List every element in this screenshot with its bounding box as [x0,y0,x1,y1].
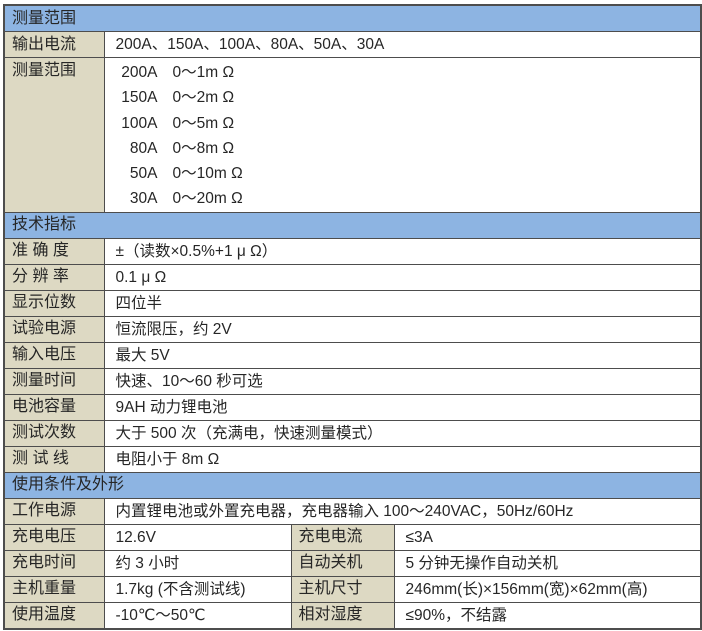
spec-row-value: 0.1 μ Ω [104,264,701,290]
spec-row-value: 最大 5V [104,342,701,368]
range-value: 0～8m Ω [173,140,235,157]
pair-row-label: 主机重量 [4,576,104,602]
spec-row-value: ±（读数×0.5%+1 μ Ω） [104,238,701,264]
table-row: 充电电压 12.6V 充电电流 ≤3A [4,524,701,550]
spec-table: 测量范围 输出电流 200A、150A、100A、80A、50A、30A 测量范… [3,4,702,630]
range-value: 0～10m Ω [173,165,243,182]
spec-row-value: 电阻小于 8m Ω [104,446,701,472]
pair-row-label: 主机尺寸 [291,576,394,602]
table-row: 主机重量 1.7kg (不含测试线) 主机尺寸 246mm(长)×156mm(宽… [4,576,701,602]
section-header-measure-range: 测量范围 [4,5,701,32]
table-row: 测 试 线 电阻小于 8m Ω [4,446,701,472]
section-row: 技术指标 [4,212,701,238]
range-line: 50A 0～10m Ω [116,161,699,186]
range-current: 100A [116,111,158,136]
spec-row-label: 分 辨 率 [4,264,104,290]
range-line: 80A 0～8m Ω [116,136,699,161]
pair-row-value: 1.7kg (不含测试线) [104,576,291,602]
range-value: 0～2m Ω [173,89,235,106]
range-current: 50A [116,161,158,186]
value-output-current: 200A、150A、100A、80A、50A、30A [104,32,701,58]
table-row: 准 确 度 ±（读数×0.5%+1 μ Ω） [4,238,701,264]
spec-row-value: 9AH 动力锂电池 [104,394,701,420]
pair-row-value: 5 分钟无操作自动关机 [394,550,701,576]
range-value: 0～1m Ω [173,64,235,81]
pair-row-label: 充电时间 [4,550,104,576]
spec-row-value: 大于 500 次（充满电，快速测量模式） [104,420,701,446]
spec-row-label: 测试次数 [4,420,104,446]
spec-row-label: 测 试 线 [4,446,104,472]
value-measure-range: 200A 0～1m Ω 150A 0～2m Ω 100A 0～5m Ω 80A 0～8m… [104,58,701,213]
spec-row-value: 恒流限压，约 2V [104,316,701,342]
range-line: 200A 0～1m Ω [116,60,699,85]
spec-row-label: 输入电压 [4,342,104,368]
page: 测量范围 输出电流 200A、150A、100A、80A、50A、30A 测量范… [0,0,702,630]
range-current: 80A [116,136,158,161]
table-row: 输出电流 200A、150A、100A、80A、50A、30A [4,32,701,58]
table-row: 测试次数 大于 500 次（充满电，快速测量模式） [4,420,701,446]
spec-row-value: 四位半 [104,290,701,316]
pair-row-label: 相对湿度 [291,602,394,629]
pair-row-value: ≤90%，不结露 [394,602,701,629]
spec-row-label: 测量时间 [4,368,104,394]
section-row: 测量范围 [4,5,701,32]
table-row: 显示位数 四位半 [4,290,701,316]
table-row: 测量范围 200A 0～1m Ω 150A 0～2m Ω 100A 0～5m Ω 80… [4,58,701,213]
pair-row-value: -10℃～50℃ [104,602,291,629]
label-working-power: 工作电源 [4,498,104,524]
table-row: 分 辨 率 0.1 μ Ω [4,264,701,290]
table-row: 充电时间 约 3 小时 自动关机 5 分钟无操作自动关机 [4,550,701,576]
spec-row-label: 试验电源 [4,316,104,342]
range-line: 100A 0～5m Ω [116,111,699,136]
pair-row-label: 充电电压 [4,524,104,550]
spec-row-value: 快速、10～60 秒可选 [104,368,701,394]
range-line: 150A 0～2m Ω [116,85,699,110]
value-working-power: 内置锂电池或外置充电器，充电器输入 100～240VAC，50Hz/60Hz [104,498,701,524]
range-line: 30A 0～20m Ω [116,186,699,211]
range-current: 150A [116,85,158,110]
table-row: 工作电源 内置锂电池或外置充电器，充电器输入 100～240VAC，50Hz/6… [4,498,701,524]
range-current: 200A [116,60,158,85]
section-row: 使用条件及外形 [4,472,701,498]
table-row: 测量时间 快速、10～60 秒可选 [4,368,701,394]
pair-row-value: ≤3A [394,524,701,550]
table-row: 输入电压 最大 5V [4,342,701,368]
pair-row-label: 使用温度 [4,602,104,629]
pair-row-value: 12.6V [104,524,291,550]
spec-row-label: 显示位数 [4,290,104,316]
label-output-current: 输出电流 [4,32,104,58]
range-value: 0～5m Ω [173,115,235,132]
table-row: 试验电源 恒流限压，约 2V [4,316,701,342]
range-current: 30A [116,186,158,211]
label-measure-range: 测量范围 [4,58,104,213]
spec-row-label: 电池容量 [4,394,104,420]
pair-row-value: 约 3 小时 [104,550,291,576]
table-row: 使用温度 -10℃～50℃ 相对湿度 ≤90%，不结露 [4,602,701,629]
pair-row-label: 自动关机 [291,550,394,576]
section-header-usage-conditions: 使用条件及外形 [4,472,701,498]
pair-row-label: 充电电流 [291,524,394,550]
table-row: 电池容量 9AH 动力锂电池 [4,394,701,420]
range-value: 0～20m Ω [173,190,243,207]
pair-row-value: 246mm(长)×156mm(宽)×62mm(高) [394,576,701,602]
section-header-tech-specs: 技术指标 [4,212,701,238]
spec-row-label: 准 确 度 [4,238,104,264]
